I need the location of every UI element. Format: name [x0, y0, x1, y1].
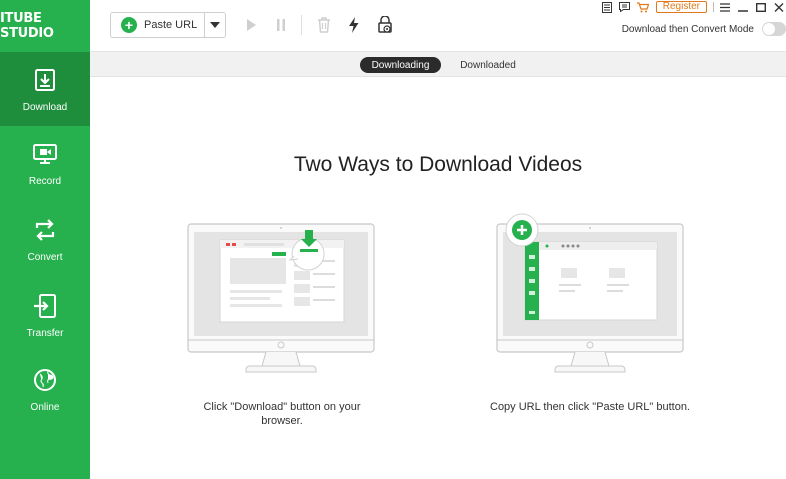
- play-icon[interactable]: [242, 16, 260, 34]
- download-way-caption-line1: Click "Download" button on your: [203, 401, 361, 413]
- window-controls-divider: [713, 2, 714, 12]
- plus-icon: +: [121, 17, 137, 33]
- tab-downloaded[interactable]: Downloaded: [450, 57, 526, 73]
- toolbar-divider: [301, 15, 302, 35]
- sidebar: ITUBE STUDIO Download Record Convert Tra…: [0, 0, 90, 479]
- toggle-knob: [763, 23, 775, 35]
- notes-icon[interactable]: [600, 1, 614, 13]
- record-icon: [33, 143, 57, 164]
- sidebar-item-label: Transfer: [26, 327, 64, 339]
- convert-mode-label: Download then Convert Mode: [621, 23, 754, 35]
- tab-bar: Downloading Downloaded: [90, 52, 786, 77]
- sidebar-item-transfer[interactable]: Transfer: [0, 278, 90, 352]
- paste-url-button[interactable]: + Paste URL: [110, 12, 204, 38]
- app-logo: ITUBE STUDIO: [0, 11, 54, 41]
- paste-url-illustration: [496, 213, 684, 373]
- cart-icon[interactable]: [636, 1, 650, 13]
- convert-icon: [35, 218, 55, 241]
- transfer-icon: [34, 293, 56, 318]
- sidebar-item-download[interactable]: Download: [0, 52, 90, 126]
- sidebar-item-label: Record: [28, 175, 62, 187]
- toolbar: + Paste URL Register Download then Conve…: [90, 0, 786, 52]
- menu-icon[interactable]: [718, 1, 732, 13]
- close-icon[interactable]: [772, 1, 786, 13]
- sidebar-item-label: Download: [22, 101, 68, 113]
- private-lock-icon[interactable]: [376, 16, 394, 34]
- download-icon: [35, 68, 55, 91]
- sidebar-item-convert[interactable]: Convert: [0, 202, 90, 276]
- tab-downloading[interactable]: Downloading: [360, 57, 441, 73]
- paste-url-label: Paste URL: [144, 19, 198, 31]
- page-title: Two Ways to Download Videos: [293, 153, 583, 176]
- feedback-icon[interactable]: [618, 1, 632, 13]
- register-button[interactable]: Register: [655, 1, 707, 13]
- paste-url-way-caption: Copy URL then click "Paste URL" button.: [490, 401, 690, 413]
- globe-icon: [34, 368, 56, 391]
- sidebar-item-label: Online: [30, 401, 60, 413]
- paste-url-dropdown-button[interactable]: [204, 12, 226, 38]
- minimize-icon[interactable]: [736, 1, 750, 13]
- caret-down-icon: [210, 22, 220, 28]
- trash-icon[interactable]: [315, 16, 333, 34]
- convert-mode-control: Download then Convert Mode: [622, 22, 786, 36]
- lightning-icon[interactable]: [345, 16, 363, 34]
- sidebar-item-label: Convert: [27, 251, 63, 263]
- window-controls: Register: [596, 0, 786, 14]
- sidebar-item-online[interactable]: Online: [0, 352, 90, 426]
- browser-download-illustration: [187, 223, 375, 373]
- sidebar-item-record[interactable]: Record: [0, 126, 90, 200]
- download-way-caption: Click "Download" button on your browser.: [186, 400, 378, 428]
- maximize-icon[interactable]: [754, 1, 768, 13]
- pause-icon[interactable]: [272, 16, 290, 34]
- download-way-caption-line2: browser.: [261, 415, 303, 427]
- convert-mode-toggle[interactable]: [762, 22, 786, 36]
